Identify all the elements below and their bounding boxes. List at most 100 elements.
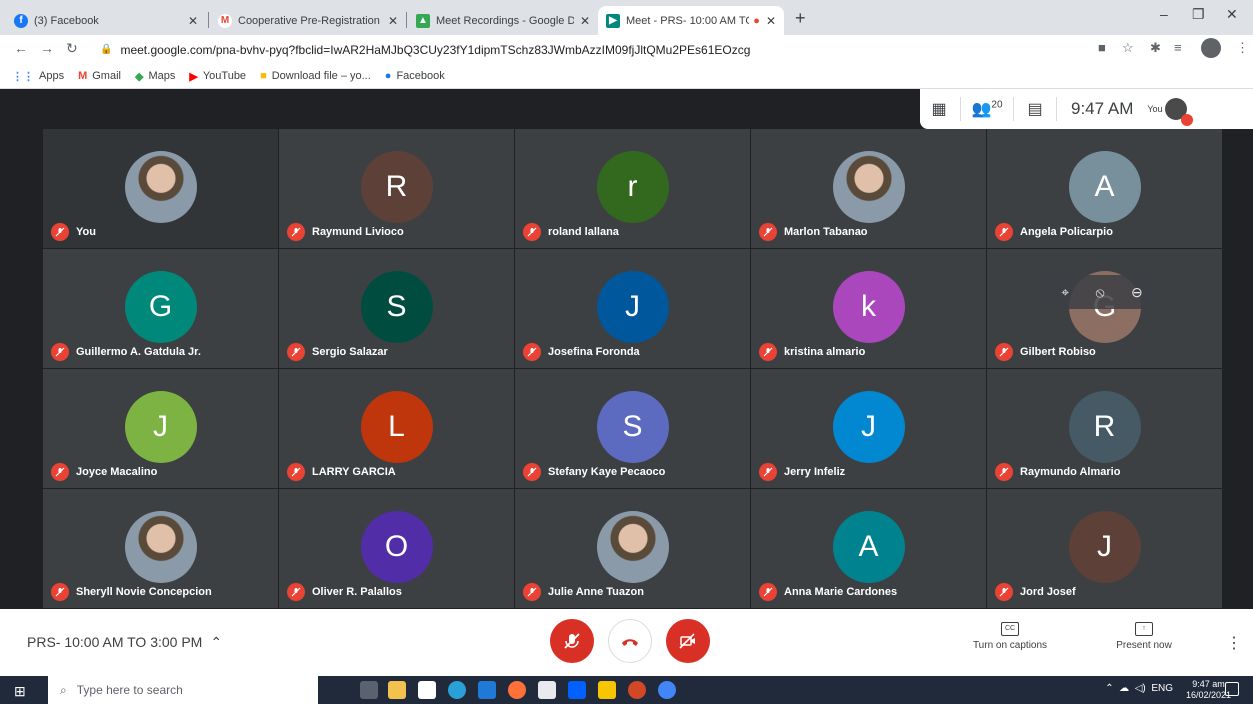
participant-avatar: A — [832, 511, 905, 583]
file-explorer-icon[interactable] — [388, 681, 406, 699]
mic-off-icon — [759, 343, 777, 361]
dropbox-icon[interactable] — [568, 681, 586, 699]
tab-meet-recordings[interactable]: ▲ Meet Recordings - Google Drive ✕ — [408, 6, 598, 35]
close-icon[interactable]: ✕ — [766, 14, 776, 28]
bookmark-apps[interactable]: ⋮⋮ Apps — [12, 70, 64, 83]
pin-icon[interactable]: ⌖ — [1061, 284, 1069, 301]
self-avatar[interactable] — [1164, 98, 1193, 126]
new-tab-icon[interactable]: + — [795, 8, 806, 29]
hang-up-icon — [622, 639, 638, 646]
close-window-icon[interactable]: ✕ — [1226, 6, 1238, 23]
gmail-icon: M — [78, 70, 88, 82]
star-icon[interactable]: ☆ — [1122, 40, 1134, 56]
participant-tile[interactable]: J Jord Josef — [987, 489, 1222, 608]
participant-tile[interactable]: R Raymund Livioco — [279, 129, 514, 248]
present-button[interactable]: ↑ Present now — [1104, 622, 1184, 651]
address-bar[interactable]: 🔒 meet.google.com/pna-bvhv-pyq?fbclid=Iw… — [100, 39, 1080, 60]
browser-toolbar: ← → ↻ 🔒 meet.google.com/pna-bvhv-pyq?fbc… — [0, 35, 1253, 64]
bookmark-facebook[interactable]: ● Facebook — [385, 70, 445, 82]
captions-button[interactable]: CC Turn on captions — [965, 622, 1055, 651]
back-icon[interactable]: ← — [14, 40, 28, 56]
microphone-toggle-button[interactable] — [550, 619, 594, 663]
tab-meet[interactable]: ▶ Meet - PRS- 10:00 AM TO 3:0 ● ✕ — [598, 6, 784, 35]
taskbar-search[interactable]: ⌕ Type here to search — [48, 676, 318, 704]
powerpoint-icon[interactable] — [628, 681, 646, 699]
participant-avatar: R — [1068, 391, 1141, 463]
participant-tile[interactable]: A Angela Policarpio — [987, 129, 1222, 248]
close-icon[interactable]: ✕ — [580, 14, 590, 28]
bookmark-youtube[interactable]: ▶ YouTube — [189, 70, 246, 83]
participant-tile[interactable]: L LARRY GARCIA — [279, 369, 514, 488]
remove-icon[interactable]: ⊖ — [1131, 284, 1143, 301]
mic-off-icon — [287, 463, 305, 481]
reload-icon[interactable]: ↻ — [66, 40, 78, 57]
chat-icon[interactable]: ▤ — [1020, 99, 1050, 119]
firefox-icon[interactable] — [508, 681, 526, 699]
participant-tile[interactable]: S Sergio Salazar — [279, 249, 514, 368]
participant-tile[interactable]: k kristina almario — [751, 249, 986, 368]
participant-tile[interactable]: r roland lallana — [515, 129, 750, 248]
participant-name-label: Joyce Macalino — [51, 463, 157, 481]
sticky-notes-icon[interactable] — [598, 681, 616, 699]
participant-tile[interactable]: Marlon Tabanao — [751, 129, 986, 248]
volume-icon: ◁) — [1134, 683, 1146, 694]
chrome-icon[interactable] — [658, 681, 676, 699]
layout-icon[interactable]: ▦ — [924, 99, 954, 119]
participant-tile[interactable]: Sheryll Novie Concepcion — [43, 489, 278, 608]
participant-tile[interactable]: O Oliver R. Palallos — [279, 489, 514, 608]
tab-title: (3) Facebook — [34, 14, 99, 27]
bookmark-gmail[interactable]: M Gmail — [78, 70, 121, 82]
participant-name-label: Gilbert Robiso — [995, 343, 1096, 361]
close-icon[interactable]: ✕ — [188, 14, 198, 28]
camera-toggle-button[interactable] — [666, 619, 710, 663]
participant-tile[interactable]: S Stefany Kaye Pecaoco — [515, 369, 750, 488]
participant-avatar: G — [124, 271, 197, 343]
edge-icon[interactable] — [448, 681, 466, 699]
amazon-icon[interactable] — [538, 681, 556, 699]
participant-name-label: Marlon Tabanao — [759, 223, 868, 241]
store-icon[interactable] — [418, 681, 436, 699]
camera-icon[interactable]: ■ — [1098, 40, 1106, 55]
meeting-details[interactable]: PRS- 10:00 AM TO 3:00 PM ⌃ — [27, 634, 222, 651]
tab-cooperative[interactable]: M Cooperative Pre-Registration Ser ✕ — [210, 6, 406, 35]
tile-hover-controls[interactable]: ⌖ ⦸ ⊖ — [1048, 275, 1156, 309]
bookmark-maps[interactable]: ◆ Maps — [135, 70, 175, 83]
leave-call-button[interactable] — [608, 619, 652, 663]
close-icon[interactable]: ✕ — [388, 14, 398, 28]
participant-tile[interactable]: J Joyce Macalino — [43, 369, 278, 488]
reading-list-icon[interactable]: ≡ — [1174, 40, 1182, 55]
participant-tile[interactable]: R Raymundo Almario — [987, 369, 1222, 488]
participant-photo — [596, 511, 669, 583]
participant-tile[interactable]: G⌖⦸⊖Gilbert Robiso — [987, 249, 1222, 368]
participant-tile[interactable]: A Anna Marie Cardones — [751, 489, 986, 608]
mute-icon[interactable]: ⦸ — [1096, 284, 1105, 301]
participant-tile[interactable]: Julie Anne Tuazon — [515, 489, 750, 608]
more-options-icon[interactable]: ⋮ — [1226, 633, 1242, 653]
minimize-icon[interactable]: – — [1160, 6, 1168, 22]
profile-avatar[interactable] — [1201, 38, 1221, 58]
task-view-icon[interactable] — [360, 681, 378, 699]
participant-tile[interactable]: J Jerry Infeliz — [751, 369, 986, 488]
notification-icon[interactable] — [1225, 682, 1239, 696]
system-tray[interactable]: ⌃ ☁ ◁) ENG — [1105, 683, 1173, 694]
participant-tile[interactable]: G Guillermo A. Gatdula Jr. — [43, 249, 278, 368]
participant-name-label: Julie Anne Tuazon — [523, 583, 644, 601]
menu-icon[interactable]: ⋮ — [1236, 40, 1249, 56]
tab-facebook[interactable]: f (3) Facebook ✕ — [6, 6, 206, 35]
participant-name-label: Stefany Kaye Pecaoco — [523, 463, 665, 481]
participant-avatar: S — [596, 391, 669, 463]
participant-tile[interactable]: You — [43, 129, 278, 248]
extensions-icon[interactable]: ✱ — [1150, 40, 1161, 56]
mail-icon[interactable] — [478, 681, 496, 699]
maximize-icon[interactable]: ❐ — [1192, 6, 1205, 23]
mic-off-icon — [287, 223, 305, 241]
participant-tile[interactable]: J Josefina Foronda — [515, 249, 750, 368]
windows-start-icon[interactable]: ⊞ — [14, 683, 26, 700]
participant-avatar: J — [596, 271, 669, 343]
mic-off-icon — [523, 223, 541, 241]
bookmark-download[interactable]: ■ Download file – yo... — [260, 70, 371, 82]
meeting-clock: 9:47 AM — [1071, 99, 1134, 118]
participants-icon[interactable]: 👥20 — [967, 99, 1007, 119]
forward-icon[interactable]: → — [40, 40, 54, 56]
participant-avatar: L — [360, 391, 433, 463]
